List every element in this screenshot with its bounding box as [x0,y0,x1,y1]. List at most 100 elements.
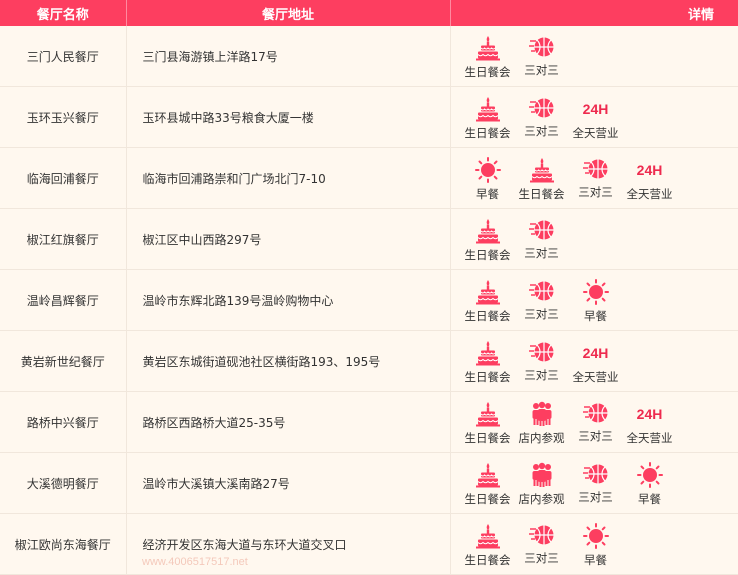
feature-label: 店内参观 [518,492,565,506]
feature-cake: 生日餐会 [461,87,515,141]
feature-label: 三对三 [524,63,559,77]
restaurant-details: 生日餐会 三对三 [450,26,738,87]
feature-label: 生日餐会 [464,492,511,506]
birthday-cake-icon [461,279,515,305]
feature-sun: 早餐 [569,270,623,324]
basketball-icon [515,96,569,120]
feature-ball: 三对三 [515,270,569,322]
birthday-cake-icon [461,218,515,244]
basketball-icon [515,340,569,364]
basketball-icon [569,157,623,181]
birthday-cake-icon [461,462,515,488]
feature-ball: 三对三 [515,209,569,261]
feature-h24: 24H 全天营业 [623,392,677,446]
restaurant-address: 玉环县城中路33号粮食大厦一楼 [126,86,451,148]
basketball-icon [515,35,569,59]
restaurant-address: 温岭市东辉北路139号温岭购物中心 [126,269,451,331]
header-details: 详情 [450,0,738,26]
birthday-cake-icon [461,340,515,366]
basketball-icon [515,218,569,242]
table-row: 温岭昌辉餐厅 温岭市东辉北路139号温岭购物中心 生日餐会 三对三 早餐 [0,269,738,331]
feature-ball: 三对三 [569,453,623,505]
feature-ball: 三对三 [515,26,569,78]
feature-label: 早餐 [584,553,607,567]
feature-label: 全天营业 [572,370,619,384]
feature-ball: 三对三 [569,148,623,200]
restaurant-name: 温岭昌辉餐厅 [0,269,127,331]
feature-label: 生日餐会 [464,309,511,323]
feature-people: 店内参观 [515,453,569,507]
table-row: 临海回浦餐厅 临海市回浦路崇和门广场北门7-10 早餐 生日餐会 三对三 24H 全天… [0,147,738,209]
restaurant-details: 生日餐会 店内参观 三对三 24H 全天营业 [450,391,738,453]
restaurant-details: 生日餐会 三对三 [450,208,738,270]
feature-label: 早餐 [584,309,607,323]
birthday-cake-icon [461,523,515,549]
feature-sun: 早餐 [569,514,623,568]
table-row: 大溪德明餐厅 温岭市大溪镇大溪南路27号 生日餐会 店内参观 三对三 早餐 [0,452,738,514]
feature-label: 生日餐会 [518,187,565,201]
restaurant-name: 椒江红旗餐厅 [0,208,127,270]
sun-icon [569,279,623,305]
feature-label: 三对三 [524,124,559,138]
restaurant-address: 临海市回浦路崇和门广场北门7-10 [126,147,451,209]
birthday-cake-icon [461,96,515,122]
restaurant-details: 早餐 生日餐会 三对三 24H 全天营业 [450,147,738,209]
restaurant-table: 餐厅名称 餐厅地址 详情 三门人民餐厅 三门县海游镇上洋路17号 生日餐会 三对三… [0,0,738,575]
visitors-icon [515,401,569,427]
feature-label: 三对三 [524,307,559,321]
visitors-icon [515,462,569,488]
header-row: 餐厅名称 餐厅地址 详情 [0,0,738,26]
basketball-icon [569,401,623,425]
header-name: 餐厅名称 [0,0,127,26]
feature-label: 生日餐会 [464,65,511,79]
feature-cake: 生日餐会 [515,148,569,202]
restaurant-details: 生日餐会 三对三 早餐 [450,269,738,331]
feature-cake: 生日餐会 [461,392,515,446]
feature-label: 生日餐会 [464,370,511,384]
restaurant-name: 三门人民餐厅 [0,26,127,87]
feature-cake: 生日餐会 [461,453,515,507]
feature-label: 店内参观 [518,431,565,445]
table-row: 路桥中兴餐厅 路桥区西路桥大道25-35号 生日餐会 店内参观 三对三 24H 全天营… [0,391,738,453]
feature-cake: 生日餐会 [461,514,515,568]
header-address: 餐厅地址 [126,0,451,26]
feature-label: 全天营业 [626,431,673,445]
feature-label: 生日餐会 [464,553,511,567]
24-hour-icon: 24H [636,406,663,422]
feature-label: 早餐 [476,187,499,201]
restaurant-address: 路桥区西路桥大道25-35号 [126,391,451,453]
feature-label: 生日餐会 [464,431,511,445]
restaurant-name: 黄岩新世纪餐厅 [0,330,127,392]
feature-ball: 三对三 [515,514,569,566]
feature-label: 早餐 [638,492,661,506]
table-row: 椒江欧尚东海餐厅 经济开发区东海大道与东环大道交叉口 生日餐会 三对三 早餐 [0,513,738,575]
birthday-cake-icon [461,35,515,61]
feature-label: 三对三 [524,551,559,565]
watermark: www.4006517517.net [142,556,248,568]
restaurant-name: 椒江欧尚东海餐厅 [0,513,127,575]
feature-sun: 早餐 [461,148,515,202]
feature-h24: 24H 全天营业 [569,331,623,385]
sun-icon [461,157,515,183]
restaurant-name: 大溪德明餐厅 [0,452,127,514]
24-hour-icon: 24H [582,345,609,361]
feature-sun: 早餐 [623,453,677,507]
table-row: 三门人民餐厅 三门县海游镇上洋路17号 生日餐会 三对三 [0,26,738,87]
restaurant-address: 温岭市大溪镇大溪南路27号 [126,452,451,514]
feature-label: 三对三 [578,185,613,199]
restaurant-name: 玉环玉兴餐厅 [0,86,127,148]
feature-people: 店内参观 [515,392,569,446]
feature-h24: 24H 全天营业 [569,87,623,141]
basketball-icon [515,279,569,303]
restaurant-address: 三门县海游镇上洋路17号 [126,26,451,87]
feature-cake: 生日餐会 [461,209,515,263]
24-hour-icon: 24H [636,162,663,178]
basketball-icon [569,462,623,486]
feature-label: 三对三 [524,246,559,260]
feature-label: 三对三 [578,490,613,504]
feature-label: 全天营业 [626,187,673,201]
restaurant-name: 路桥中兴餐厅 [0,391,127,453]
feature-cake: 生日餐会 [461,331,515,385]
restaurant-details: 生日餐会 三对三 早餐 [450,513,738,575]
basketball-icon [515,523,569,547]
